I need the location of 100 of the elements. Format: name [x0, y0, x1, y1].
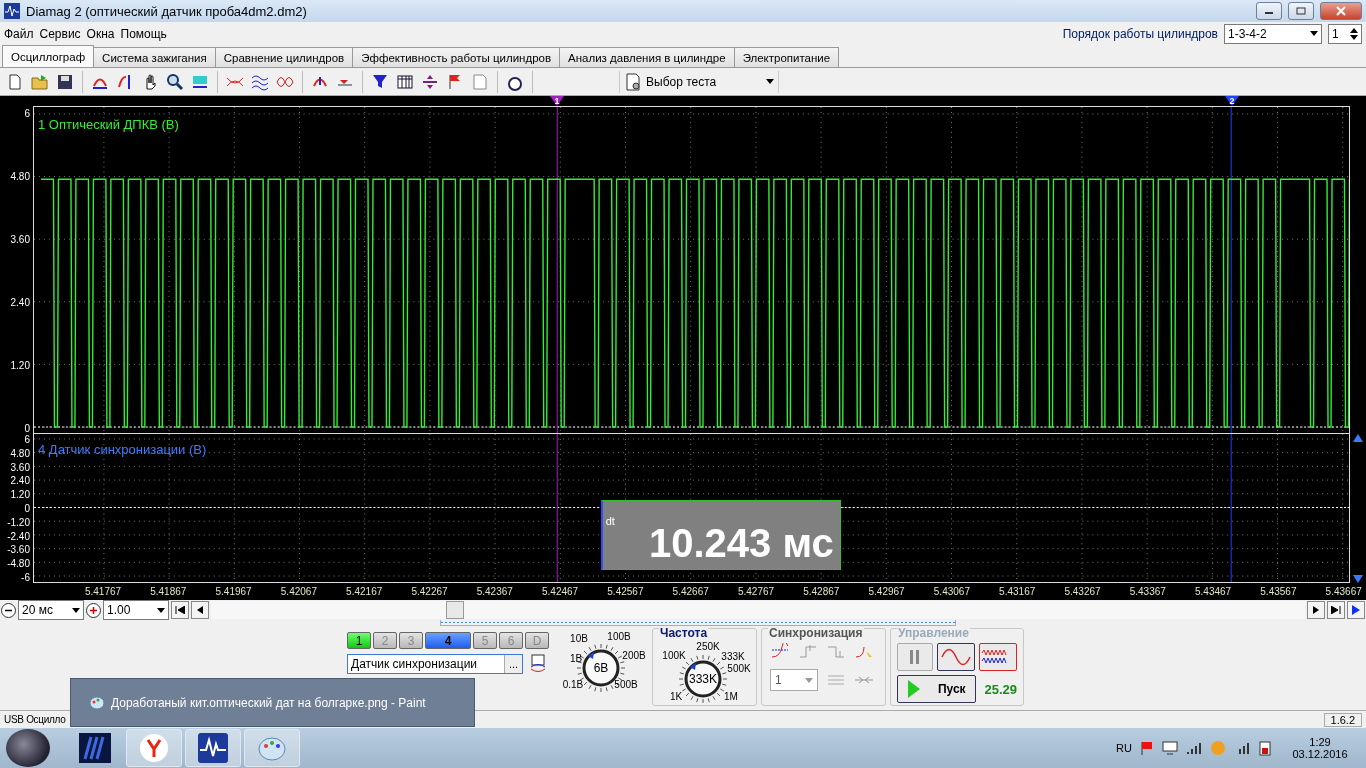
caret-icon [766, 79, 774, 84]
rising-edge-icon[interactable] [770, 643, 790, 661]
axis-label: 5.42367 [476, 586, 513, 597]
maximize-button[interactable] [1288, 2, 1314, 20]
stripes-icon [79, 733, 111, 763]
tab[interactable]: Сравнение цилиндров [214, 47, 354, 67]
channel-button[interactable]: 4 [425, 632, 471, 649]
play-icon [1352, 605, 1360, 615]
panel-splitter[interactable] [440, 620, 956, 626]
cursor-marker: 1 [550, 96, 564, 106]
channel-button[interactable]: 1 [347, 632, 371, 649]
right-arrow-icon [1313, 606, 1319, 614]
flag-icon[interactable] [1140, 741, 1154, 755]
browser-icon [139, 733, 169, 763]
axis-label: 5.42267 [411, 586, 448, 597]
dial-label: 333K [721, 650, 745, 662]
source-field[interactable]: Датчик синхронизации ... [347, 654, 523, 674]
gain-dropdown[interactable]: 1.00 [103, 600, 169, 620]
group-title: Синхронизация [768, 626, 864, 640]
scroll-arrow-icon [1353, 575, 1363, 583]
tab[interactable]: Электропитание [733, 47, 840, 67]
axis-label: 6 [24, 433, 30, 445]
skip-back-icon [175, 606, 185, 614]
dial-label: 10В [570, 632, 588, 644]
menu-item[interactable]: Файл [4, 26, 34, 41]
axis-label: 4.80 [10, 447, 30, 459]
monitor-icon[interactable] [1162, 740, 1178, 756]
dial-label: 1M [724, 690, 738, 702]
field-label: Порядок работы цилиндров [1062, 26, 1218, 41]
tab[interactable]: Осциллограф [2, 45, 95, 67]
browse-button[interactable]: ... [504, 655, 522, 673]
axis-label: 5.42067 [280, 586, 317, 597]
dial-label: 250K [696, 640, 720, 652]
signal-icon[interactable] [1186, 741, 1202, 755]
channel-label: 1 Оптический ДПКВ (В) [38, 117, 179, 132]
axis-label: -3.60 [7, 543, 30, 555]
start-button[interactable]: Пуск [897, 675, 977, 703]
monitor-swap-icon[interactable] [529, 654, 547, 674]
tab[interactable]: Эффективность работы цилиндров [352, 47, 561, 67]
close-button[interactable] [1320, 2, 1362, 20]
menu-item[interactable]: Помощь [120, 26, 167, 41]
sync-channel-dropdown[interactable]: 1 [770, 669, 818, 691]
axis-label: 1.20 [10, 359, 30, 371]
axis-label: 3.60 [10, 233, 30, 245]
battery-icon[interactable] [1258, 740, 1272, 756]
axis-label: 5.42767 [737, 586, 775, 597]
single-wave-button[interactable] [937, 643, 976, 671]
next-button[interactable] [1307, 601, 1325, 619]
clock[interactable]: 1:29 03.12.2016 [1280, 736, 1360, 760]
dial-label: 100K [662, 649, 686, 661]
start-button[interactable] [6, 729, 50, 767]
dial-label: 1K [669, 690, 683, 702]
menu-item[interactable]: Окна [86, 26, 115, 41]
axis-label: 5.43567 [1260, 586, 1297, 597]
dual-wave-button[interactable] [979, 643, 1017, 671]
axis-label: 5.43367 [1129, 586, 1166, 597]
minimize-button[interactable] [1256, 2, 1282, 20]
left-arrow-icon [197, 606, 203, 614]
timebase-dropdown[interactable]: 20 мс [18, 600, 84, 620]
first-button[interactable] [171, 601, 189, 619]
axis-label: 0 [24, 422, 30, 434]
taskbar-app-icon[interactable] [185, 729, 241, 767]
axis-label: 2.40 [10, 474, 30, 486]
version-label: 1.6.2 [1323, 712, 1362, 727]
dial-label: 1В [569, 652, 583, 664]
play-button[interactable] [1347, 601, 1365, 619]
scroll-track[interactable] [211, 601, 1305, 619]
axis-label: 5.42667 [672, 586, 709, 597]
cursor-marker: 2 [1225, 96, 1239, 106]
caret-icon [805, 677, 813, 683]
sine-wave-icon [941, 648, 972, 666]
scroll-thumb[interactable] [446, 601, 464, 619]
axis-label: 1.20 [10, 488, 30, 500]
play-icon [907, 680, 920, 698]
axis-label: 5.42567 [607, 586, 644, 597]
window-title: Diamag 2 (оптический датчик проба4dm2.dm2) [26, 3, 308, 19]
order-dropdown[interactable]: 1-3-4-2 [1224, 23, 1322, 44]
close-icon [1336, 6, 1346, 16]
last-button[interactable] [1327, 601, 1345, 619]
caret-icon [157, 607, 165, 613]
zoom-in-icon[interactable] [86, 602, 101, 618]
axis-label: -4.80 [7, 557, 30, 569]
scroll-arrow-icon [1353, 434, 1363, 442]
skip-forward-icon [1331, 606, 1341, 614]
axis-label: 5.42967 [868, 586, 905, 597]
language-indicator[interactable]: RU [1116, 742, 1132, 754]
tab[interactable]: Система зажигания [93, 47, 216, 67]
previous-button[interactable] [191, 601, 209, 619]
caret-icon [72, 607, 80, 613]
tab[interactable]: Анализ давления в цилиндре [559, 47, 735, 67]
channel-label: 4 Датчик синхронизации (В) [38, 442, 207, 457]
paint-icon [89, 694, 105, 711]
zoom-out-icon[interactable] [1, 602, 16, 618]
spin-arrows-icon [1350, 27, 1358, 40]
menu-item[interactable]: Сервис [39, 26, 81, 41]
test-dropdown[interactable]: Выбор теста [619, 70, 779, 93]
axis-label: 6 [24, 107, 30, 119]
document-gear-icon [624, 72, 642, 91]
spin-box[interactable]: 1 [1328, 23, 1362, 44]
axis-label: 0 [24, 502, 30, 514]
